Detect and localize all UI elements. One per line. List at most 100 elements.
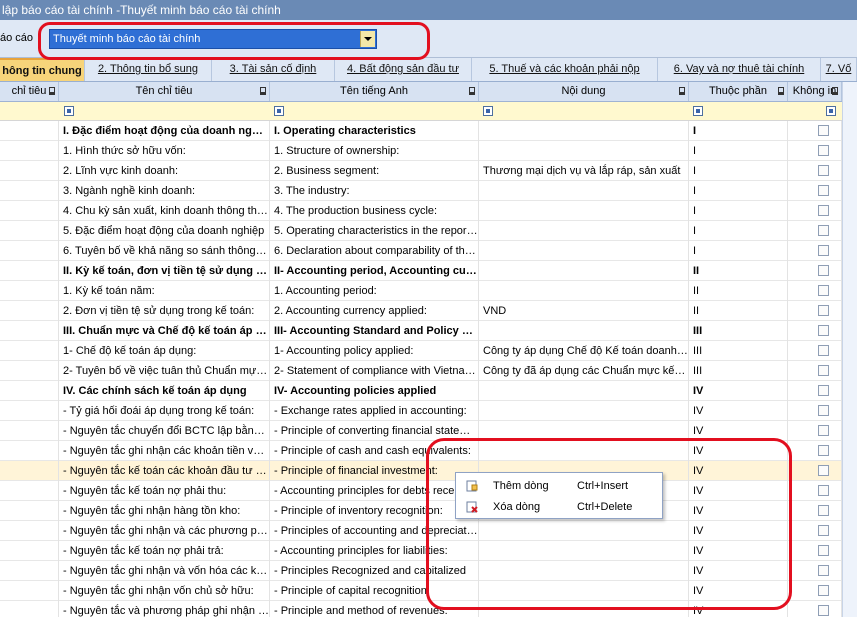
row-code-cell[interactable]	[0, 341, 59, 361]
row-part-cell[interactable]: I	[689, 141, 788, 161]
row-code-cell[interactable]	[0, 241, 59, 261]
row-code-cell[interactable]	[0, 301, 59, 321]
noprint-checkbox[interactable]	[818, 345, 829, 356]
row-part-cell[interactable]: II	[689, 261, 788, 281]
row-name-cell[interactable]: 2- Tuyên bố về việc tuân thủ Chuẩn mực k…	[59, 361, 270, 381]
row-name-cell[interactable]: 5. Đặc điểm hoạt động của doanh nghiệp	[59, 221, 270, 241]
noprint-checkbox[interactable]	[818, 465, 829, 476]
row-part-cell[interactable]: I	[689, 121, 788, 141]
table-row[interactable]: 2. Lĩnh vực kinh doanh: 2. Business segme…	[0, 161, 857, 181]
row-content-cell[interactable]	[479, 201, 689, 221]
filter-icon[interactable]	[483, 106, 493, 116]
row-name-cell[interactable]: - Nguyên tắc chuyển đổi BCTC lập bằng ng…	[59, 421, 270, 441]
table-row[interactable]: 5. Đặc điểm hoạt động của doanh nghiệp 5.…	[0, 221, 857, 241]
noprint-checkbox[interactable]	[818, 305, 829, 316]
row-code-cell[interactable]	[0, 561, 59, 581]
row-code-cell[interactable]	[0, 441, 59, 461]
row-en-cell[interactable]: - Exchange rates applied in accounting:	[270, 401, 479, 421]
row-code-cell[interactable]	[0, 481, 59, 501]
table-row[interactable]: 1- Chế độ kế toán áp dụng: 1- Accounting …	[0, 341, 857, 361]
row-code-cell[interactable]	[0, 181, 59, 201]
table-row[interactable]: 6. Tuyên bố về khả năng so sánh thông ti…	[0, 241, 857, 261]
filter-icon[interactable]	[693, 106, 703, 116]
row-en-cell[interactable]: 2. Accounting currency applied:	[270, 301, 479, 321]
noprint-checkbox[interactable]	[818, 385, 829, 396]
row-part-cell[interactable]: IV	[689, 401, 788, 421]
row-code-cell[interactable]	[0, 521, 59, 541]
row-part-cell[interactable]: II	[689, 281, 788, 301]
table-row[interactable]: 3. Ngành nghề kinh doanh: 3. The industry…	[0, 181, 857, 201]
row-part-cell[interactable]: II	[689, 301, 788, 321]
filter-icon[interactable]	[274, 106, 284, 116]
row-name-cell[interactable]: - Nguyên tắc và phương pháp ghi nhận doa…	[59, 601, 270, 617]
row-code-cell[interactable]	[0, 381, 59, 401]
row-en-cell[interactable]: 5. Operating characteristics in the repo…	[270, 221, 479, 241]
row-name-cell[interactable]: - Nguyên tắc ghi nhận hàng tồn kho:	[59, 501, 270, 521]
tab-fixed-assets[interactable]: 3. Tài sản cố định	[212, 58, 335, 81]
row-content-cell[interactable]: Công ty đã áp dụng các Chuẩn mực kế toán	[479, 361, 689, 381]
noprint-checkbox[interactable]	[818, 225, 829, 236]
vertical-scrollbar[interactable]	[842, 82, 857, 617]
row-code-cell[interactable]	[0, 361, 59, 381]
row-code-cell[interactable]	[0, 281, 59, 301]
noprint-checkbox[interactable]	[818, 185, 829, 196]
row-en-cell[interactable]: III- Accounting Standard and Policy appl…	[270, 321, 479, 341]
row-code-cell[interactable]	[0, 221, 59, 241]
table-row[interactable]: IV. Các chính sách kế toán áp dụng IV- Ac…	[0, 381, 857, 401]
row-name-cell[interactable]: - Nguyên tắc ghi nhận và vốn hóa các kho…	[59, 561, 270, 581]
noprint-checkbox[interactable]	[818, 585, 829, 596]
row-name-cell[interactable]: - Nguyên tắc kế toán nợ phải trả:	[59, 541, 270, 561]
pin-icon[interactable]	[260, 87, 266, 95]
row-content-cell[interactable]: VND	[479, 301, 689, 321]
row-code-cell[interactable]	[0, 261, 59, 281]
row-name-cell[interactable]: 1. Kỳ kế toán năm:	[59, 281, 270, 301]
row-en-cell[interactable]: 4. The production business cycle:	[270, 201, 479, 221]
row-part-cell[interactable]: I	[689, 161, 788, 181]
noprint-checkbox[interactable]	[818, 445, 829, 456]
row-name-cell[interactable]: - Nguyên tắc kế toán các khoản đầu tư tà…	[59, 461, 270, 481]
tab-taxes-payable[interactable]: 5. Thuế và các khoản phải nộp	[472, 58, 658, 81]
row-name-cell[interactable]: - Nguyên tắc kế toán nợ phải thu:	[59, 481, 270, 501]
row-code-cell[interactable]	[0, 121, 59, 141]
row-name-cell[interactable]: 2. Lĩnh vực kinh doanh:	[59, 161, 270, 181]
table-row[interactable]: 1. Hình thức sở hữu vốn: 1. Structure of …	[0, 141, 857, 161]
row-en-cell[interactable]: 2. Business segment:	[270, 161, 479, 181]
noprint-checkbox[interactable]	[818, 205, 829, 216]
row-en-cell[interactable]: 1. Structure of ownership:	[270, 141, 479, 161]
row-code-cell[interactable]	[0, 501, 59, 521]
filter-icon[interactable]	[64, 106, 74, 116]
table-row[interactable]: 4. Chu kỳ sản xuất, kinh doanh thông thư…	[0, 201, 857, 221]
row-en-cell[interactable]: 3. The industry:	[270, 181, 479, 201]
row-content-cell[interactable]: Công ty áp dụng Chế độ Kế toán doanh ngh…	[479, 341, 689, 361]
row-code-cell[interactable]	[0, 161, 59, 181]
row-en-cell[interactable]: IV- Accounting policies applied	[270, 381, 479, 401]
row-content-cell[interactable]	[479, 381, 689, 401]
noprint-checkbox[interactable]	[818, 545, 829, 556]
row-part-cell[interactable]: III	[689, 321, 788, 341]
row-part-cell[interactable]: III	[689, 341, 788, 361]
row-name-cell[interactable]: - Nguyên tắc ghi nhận vốn chủ sở hữu:	[59, 581, 270, 601]
row-en-cell[interactable]: I. Operating characteristics	[270, 121, 479, 141]
table-row[interactable]: II. Kỳ kế toán, đơn vị tiền tệ sử dụng t…	[0, 261, 857, 281]
row-name-cell[interactable]: 3. Ngành nghề kinh doanh:	[59, 181, 270, 201]
noprint-checkbox[interactable]	[818, 285, 829, 296]
pin-icon[interactable]	[679, 87, 685, 95]
row-name-cell[interactable]: I. Đặc điểm hoạt động của doanh nghiệp	[59, 121, 270, 141]
row-en-cell[interactable]: 1- Accounting policy applied:	[270, 341, 479, 361]
filter-icon[interactable]	[826, 106, 836, 116]
row-code-cell[interactable]	[0, 541, 59, 561]
row-en-cell[interactable]: 6. Declaration about comparability of th…	[270, 241, 479, 261]
table-row[interactable]: 2. Đơn vị tiền tệ sử dụng trong kế toán:…	[0, 301, 857, 321]
noprint-checkbox[interactable]	[818, 525, 829, 536]
noprint-checkbox[interactable]	[818, 365, 829, 376]
column-noprint-header[interactable]: Không in	[788, 82, 842, 101]
row-code-cell[interactable]	[0, 201, 59, 221]
row-content-cell[interactable]	[479, 221, 689, 241]
row-content-cell[interactable]	[479, 281, 689, 301]
tab-general-info[interactable]: hông tin chung	[0, 58, 85, 81]
row-code-cell[interactable]	[0, 401, 59, 421]
row-name-cell[interactable]: III. Chuẩn mực và Chế độ kế toán áp dụng	[59, 321, 270, 341]
row-name-cell[interactable]: IV. Các chính sách kế toán áp dụng	[59, 381, 270, 401]
row-code-cell[interactable]	[0, 601, 59, 617]
row-part-cell[interactable]: I	[689, 201, 788, 221]
